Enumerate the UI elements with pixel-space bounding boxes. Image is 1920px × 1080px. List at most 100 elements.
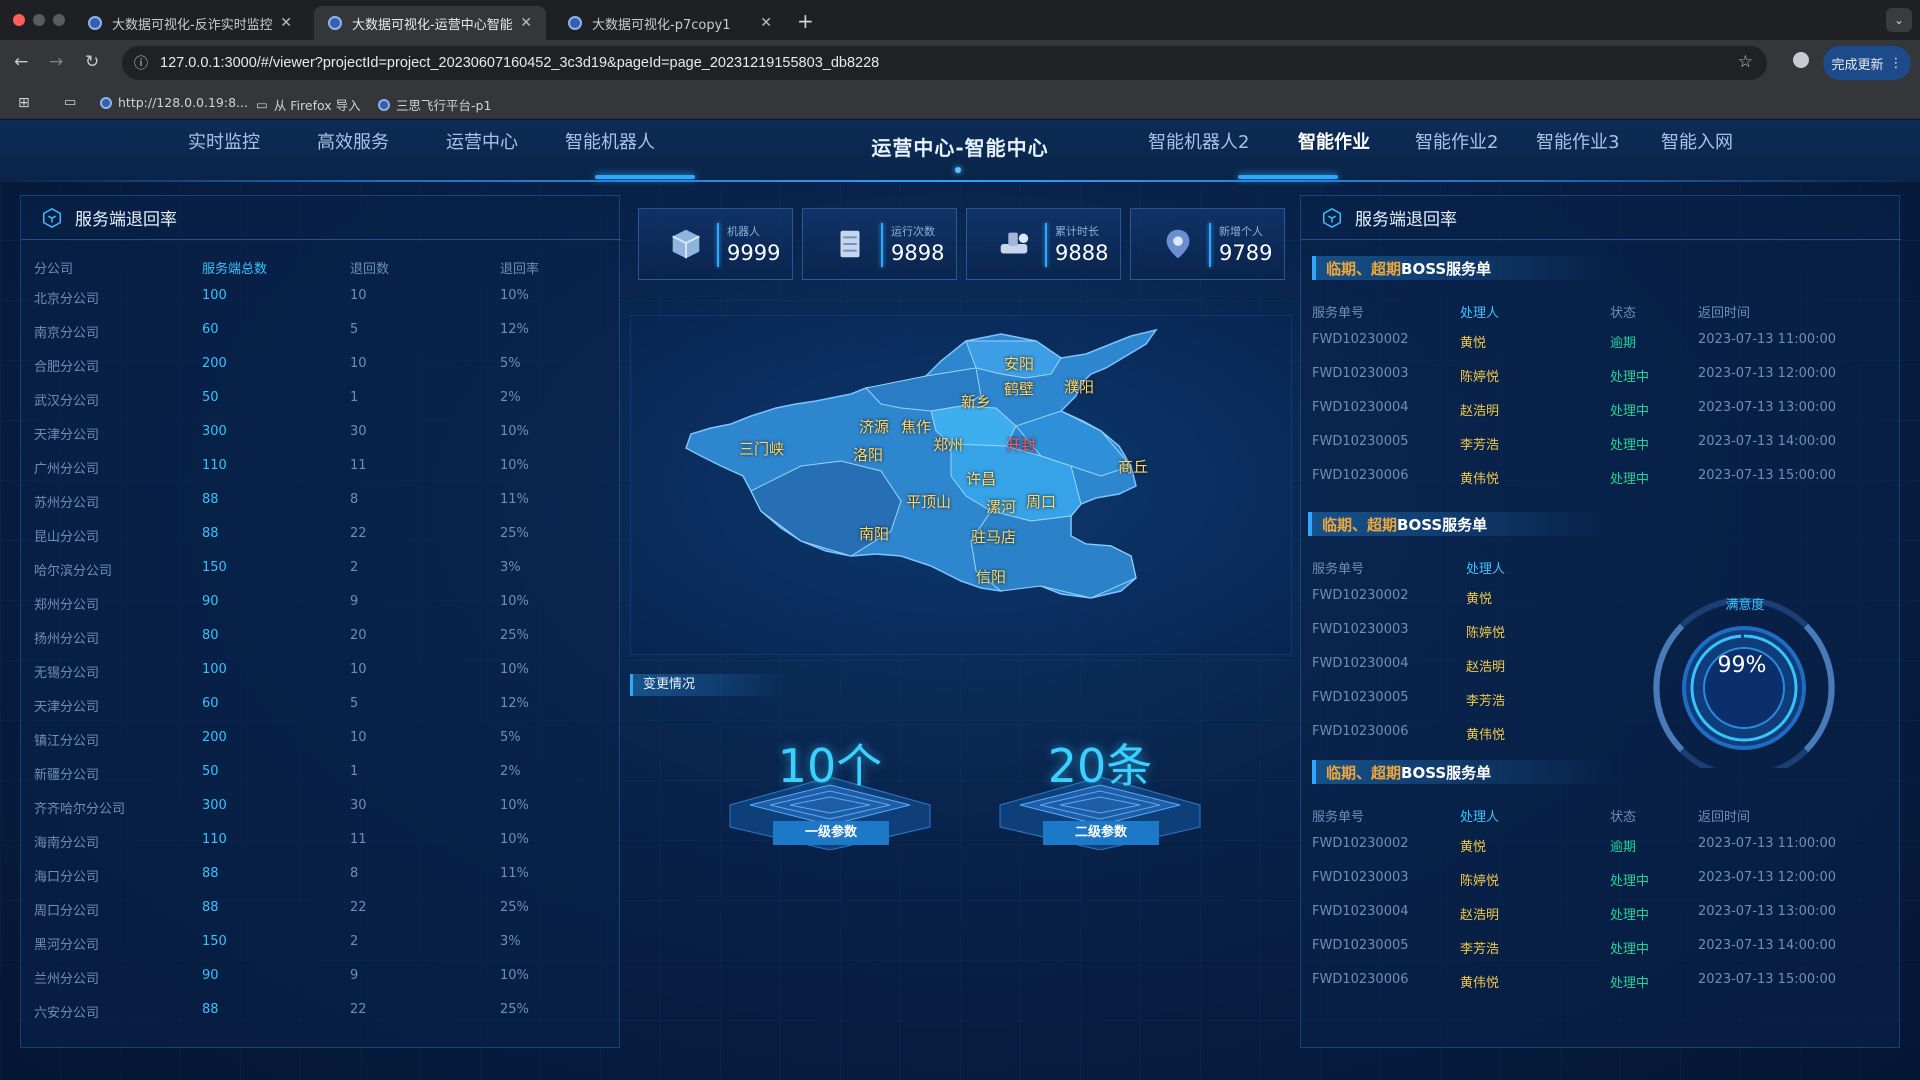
nav-item-smart-work[interactable]: 智能作业 [1298, 128, 1370, 154]
profile-icon[interactable] [1793, 52, 1809, 68]
city-label[interactable]: 驻马店 [971, 526, 1016, 547]
city-label[interactable]: 济源 [859, 416, 889, 437]
nav-item-robot[interactable]: 智能机器人 [565, 128, 655, 154]
table-cell: 60 [202, 696, 219, 711]
table-cell: 南京分公司 [34, 326, 100, 341]
minimize-window-icon[interactable] [33, 14, 45, 26]
column-header: 服务单号 [1312, 306, 1365, 321]
table-cell: 110 [202, 832, 227, 847]
table-cell: 天津分公司 [34, 700, 100, 715]
new-tab-icon[interactable]: + [797, 9, 814, 33]
bookmarks-bar: ⊞ ▭ http://128.0.0.19:8... ▭ 从 Firefox 导入… [0, 87, 1920, 119]
nav-item-service[interactable]: 高效服务 [317, 128, 389, 154]
henan-map[interactable]: 安阳 鹤壁 濮阳 新乡 济源 焦作 郑州 开封 三门峡 洛阳 商丘 许昌 平顶山… [630, 315, 1292, 655]
nav-item-robot2[interactable]: 智能机器人2 [1148, 128, 1249, 154]
city-label[interactable]: 信阳 [976, 566, 1006, 587]
city-label[interactable]: 新乡 [961, 391, 991, 412]
browser-tab-2[interactable]: 大数据可视化-运营中心智能作业 ✕ [314, 6, 546, 40]
table-cell: 10% [500, 288, 529, 303]
table-cell: FWD10230002 [1312, 836, 1409, 851]
table-cell: FWD10230006 [1312, 972, 1409, 987]
section-title-text: BOSS服务单 [1397, 515, 1488, 534]
table-cell: 88 [202, 1002, 219, 1017]
close-tab-icon[interactable]: ✕ [520, 15, 532, 31]
table-cell: 200 [202, 730, 227, 745]
column-header: 状态 [1610, 810, 1637, 825]
folder-icon[interactable]: ▭ [64, 95, 76, 110]
city-label[interactable]: 安阳 [1004, 353, 1034, 374]
city-label[interactable]: 郑州 [933, 434, 963, 455]
chevron-down-icon[interactable]: ⌄ [1886, 8, 1912, 32]
section-title-boss-1: 临期、超期 BOSS服务单 [1312, 256, 1612, 280]
bookmark-favicon-icon [100, 96, 112, 109]
browser-tab-3[interactable]: 大数据可视化-p7copy1 ✕ [554, 6, 786, 40]
city-label[interactable]: 许昌 [966, 468, 996, 489]
city-label[interactable]: 开封 [1006, 434, 1036, 455]
table-cell: 处理中 [1610, 438, 1650, 453]
table-cell: 2 [350, 560, 359, 575]
stat-separator [881, 223, 883, 267]
city-label[interactable]: 周口 [1026, 491, 1056, 512]
bookmark-item-3[interactable]: 三思飞行平台-p1 [378, 95, 491, 114]
close-tab-icon[interactable]: ✕ [760, 15, 772, 31]
table-cell: FWD10230005 [1312, 690, 1409, 705]
city-label[interactable]: 漯河 [986, 496, 1016, 517]
forward-arrow-icon[interactable]: → [49, 52, 63, 72]
nav-underline [595, 175, 695, 179]
table-cell: 25% [500, 526, 529, 541]
table-cell: FWD10230003 [1312, 366, 1409, 381]
stat-label: 新增个人 [1219, 225, 1263, 238]
city-label[interactable]: 商丘 [1118, 456, 1148, 477]
table-cell: 黄悦 [1460, 336, 1487, 351]
city-label[interactable]: 平顶山 [906, 491, 951, 512]
table-cell: 88 [202, 900, 219, 915]
address-bar[interactable]: ⓘ 127.0.0.1:3000/#/viewer?projectId=proj… [122, 46, 1767, 80]
table-cell: 11% [500, 492, 529, 507]
city-label[interactable]: 濮阳 [1064, 376, 1094, 397]
close-window-icon[interactable] [13, 14, 25, 26]
stat-new-users: 新增个人 9789 [1130, 208, 1285, 280]
bookmark-label: 三思飞行平台-p1 [396, 98, 492, 113]
nav-item-realtime[interactable]: 实时监控 [188, 128, 260, 154]
table-cell: 10% [500, 458, 529, 473]
table-cell: 处理中 [1610, 908, 1650, 923]
table-cell: 2023-07-13 12:00:00 [1698, 366, 1837, 381]
table-cell: 无锡分公司 [34, 666, 100, 681]
browser-tab-1[interactable]: 大数据可视化-反诈实时监控 ✕ [74, 6, 306, 40]
apps-grid-icon[interactable]: ⊞ [18, 95, 30, 111]
section-title-text: BOSS服务单 [1401, 259, 1492, 278]
stat-label: 机器人 [727, 225, 760, 238]
url-text[interactable]: 127.0.0.1:3000/#/viewer?projectId=projec… [160, 55, 879, 71]
tab-favicon-icon [88, 16, 102, 30]
table-cell: 2023-07-13 11:00:00 [1698, 836, 1837, 851]
table-cell: 2023-07-13 14:00:00 [1698, 938, 1837, 953]
close-tab-icon[interactable]: ✕ [280, 15, 292, 31]
tab-title: 大数据可视化-反诈实时监控 [112, 17, 273, 33]
city-label[interactable]: 焦作 [901, 416, 931, 437]
bookmark-star-icon[interactable]: ☆ [1738, 52, 1753, 72]
reload-icon[interactable]: ↻ [85, 52, 99, 72]
bookmark-item-1[interactable]: http://128.0.0.19:8... [100, 95, 248, 110]
site-info-icon[interactable]: ⓘ [134, 53, 148, 73]
city-label[interactable]: 南阳 [859, 523, 889, 544]
nav-item-network[interactable]: 智能入网 [1661, 128, 1733, 154]
table-cell: 周口分公司 [34, 904, 100, 919]
gauge-value: 99% [1717, 653, 1767, 678]
city-label[interactable]: 鹤壁 [1004, 378, 1034, 399]
city-label[interactable]: 三门峡 [739, 438, 784, 459]
city-label[interactable]: 洛阳 [853, 444, 883, 465]
title-dot [955, 167, 961, 173]
bookmark-item-2[interactable]: ▭ 从 Firefox 导入 [256, 95, 361, 114]
table-cell: 赵浩明 [1460, 404, 1500, 419]
nav-item-operation[interactable]: 运营中心 [446, 128, 518, 154]
table-cell: 1 [350, 390, 359, 405]
back-arrow-icon[interactable]: ← [14, 52, 28, 72]
table-cell: 10 [350, 288, 367, 303]
update-button[interactable]: 完成更新 ⋮ [1823, 46, 1911, 80]
zoom-window-icon[interactable] [53, 14, 65, 26]
nav-item-smart-work3[interactable]: 智能作业3 [1536, 128, 1619, 154]
nav-item-smart-work2[interactable]: 智能作业2 [1415, 128, 1498, 154]
table-cell: FWD10230002 [1312, 332, 1409, 347]
tab-title: 大数据可视化-运营中心智能作业 [352, 17, 513, 33]
table-cell: 陈婷悦 [1466, 626, 1506, 641]
